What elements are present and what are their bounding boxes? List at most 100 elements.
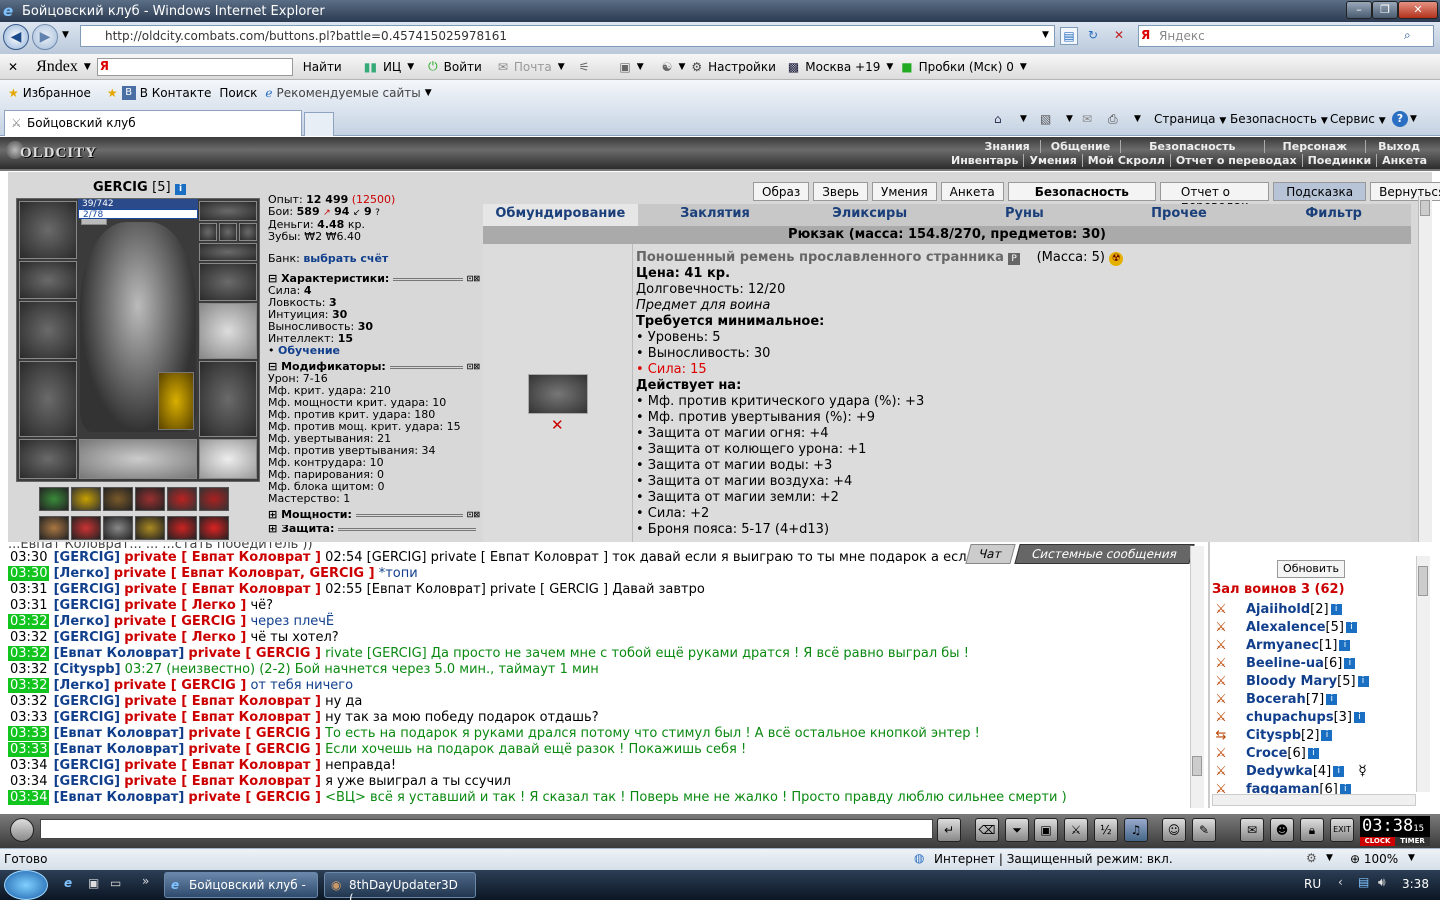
popup-icon[interactable]: ⚙	[1306, 851, 1317, 865]
battle-icon[interactable]: ⇆	[1210, 728, 1232, 743]
recommended-dropdown-icon[interactable]: ▼	[425, 88, 432, 98]
slot-shield-small[interactable]	[199, 263, 257, 301]
refresh-icon[interactable]: ↻	[1084, 27, 1102, 45]
system-clock[interactable]: 3:38	[1402, 877, 1429, 891]
delete-item-icon[interactable]: ✕	[551, 416, 564, 434]
photo-icon[interactable]: ▣	[619, 60, 630, 74]
chat-author[interactable]: [Евпат Коловрат]	[54, 646, 185, 661]
feeds-dropdown-icon[interactable]: ▼	[1066, 114, 1073, 124]
submenu-myscroll[interactable]: Мой Скролл	[1083, 154, 1171, 167]
filter-icon[interactable]: ⏷	[1005, 818, 1029, 842]
submenu-fights[interactable]: Поединки	[1303, 154, 1378, 167]
chat-private-to[interactable]: private [ Евпат Коловрат ]	[124, 694, 321, 709]
favorites-button[interactable]: Избранное	[23, 86, 91, 100]
close-button[interactable]: ✕	[1398, 1, 1438, 19]
tab-filter[interactable]: Фильтр	[1256, 204, 1411, 226]
chat-time[interactable]: 03:32	[8, 678, 50, 693]
submenu-skills[interactable]: Умения	[1024, 154, 1083, 167]
hint-button[interactable]: Подсказка	[1273, 182, 1367, 201]
yandex-find-button[interactable]: Найти	[303, 60, 342, 74]
zone-text[interactable]: Интернет | Защищенный режим: вкл.	[934, 852, 1173, 866]
slot-bracers[interactable]	[199, 243, 257, 261]
belt-slot-10[interactable]	[135, 516, 165, 540]
ic-button[interactable]: ИЦ	[383, 60, 401, 74]
slot-armor[interactable]	[19, 361, 77, 437]
chat-time[interactable]: 03:32	[8, 646, 50, 661]
volume-icon[interactable]: 🔊︎	[1378, 875, 1386, 890]
tab-other[interactable]: Прочее	[1102, 204, 1257, 226]
fighters-icon[interactable]: ⚔	[1064, 818, 1088, 842]
translit-icon[interactable]: ✎	[1192, 818, 1216, 842]
player-info-icon[interactable]: i	[1353, 711, 1365, 723]
slot-earrings[interactable]	[19, 201, 77, 259]
player-row[interactable]: ⚔ Croce [6] i	[1210, 744, 1319, 762]
chat-time[interactable]: 03:32	[8, 630, 49, 645]
save-icon[interactable]: ▣	[1034, 818, 1058, 842]
exit-icon[interactable]: EXIT	[1330, 818, 1354, 842]
timer-label[interactable]: TIMER	[1395, 837, 1430, 846]
tab-chat[interactable]: Чат	[965, 544, 1016, 564]
chat-private-to[interactable]: private [ GERCIG ]	[114, 678, 247, 693]
search-input[interactable]: Яндекс	[1138, 25, 1434, 47]
chat-author[interactable]: [GERCIG]	[54, 774, 121, 789]
chat-time[interactable]: 03:30	[8, 566, 50, 581]
player-info-icon[interactable]: i	[1330, 603, 1342, 615]
menu-knowledge[interactable]: Знания	[975, 140, 1041, 153]
chat-author[interactable]: [GERCIG]	[54, 758, 121, 773]
slot-legs[interactable]	[199, 361, 257, 437]
clock-label[interactable]: CLOCK	[1360, 837, 1395, 846]
clear-icon[interactable]: ⌫	[975, 818, 999, 842]
player-row[interactable]: ⚔ Alexalence [5] i	[1210, 618, 1357, 636]
slot-amulet[interactable]	[199, 201, 257, 221]
mail-tool-icon[interactable]: ✉	[1082, 112, 1092, 126]
chat-time[interactable]: 03:34	[8, 790, 50, 805]
battle-icon[interactable]: ⚔	[1210, 674, 1232, 689]
mail-game-icon[interactable]: ✉	[1240, 818, 1264, 842]
power-header[interactable]: ⊞ Мощности: ⊡⊠	[268, 509, 480, 521]
player-info-icon[interactable]: i	[1339, 783, 1351, 795]
slot-ring-1[interactable]	[199, 223, 217, 241]
ie-quicklaunch-icon[interactable]: e	[64, 876, 72, 890]
recommended-link[interactable]: Рекомендуемые сайты	[277, 86, 421, 100]
battle-icon[interactable]: ⚔	[1210, 746, 1232, 761]
chat-mode-icon[interactable]	[10, 818, 34, 842]
more-quicklaunch-icon[interactable]: »	[142, 874, 149, 888]
image-button[interactable]: Образ	[753, 182, 810, 201]
yandex-input[interactable]: Я	[96, 57, 293, 76]
belt-slot-1[interactable]	[39, 487, 69, 511]
player-name[interactable]: Bloody Mary	[1246, 674, 1337, 689]
info-icon[interactable]: i	[175, 184, 187, 195]
security-button[interactable]: Безопасность	[1007, 182, 1156, 201]
slot-shield[interactable]	[199, 303, 257, 359]
chat-author[interactable]: [Легко]	[54, 614, 110, 629]
chat-time[interactable]: 03:33	[8, 742, 50, 757]
scroll-thumb[interactable]	[1420, 200, 1430, 216]
chat-author[interactable]: [Легко]	[54, 566, 110, 581]
player-name[interactable]: Ajaiihold	[1246, 602, 1310, 617]
money-icon[interactable]: ☯	[662, 60, 673, 74]
player-row[interactable]: ⚔ Ajaiihold [2] i	[1210, 600, 1342, 618]
player-name[interactable]: Dedywka	[1246, 764, 1313, 779]
pet-button[interactable]: Зверь	[813, 182, 869, 201]
refresh-button[interactable]: Обновить	[1277, 560, 1345, 578]
slot-ring-3[interactable]	[239, 223, 257, 241]
photo-dropdown-icon[interactable]: ▼	[637, 62, 644, 72]
traffic-dropdown-icon[interactable]: ▼	[1020, 62, 1027, 72]
tab-equipment[interactable]: Обмундирование	[483, 204, 638, 226]
network-icon[interactable]: ▤	[1358, 875, 1369, 889]
learn-link[interactable]: Обучение	[278, 344, 340, 357]
chat-time[interactable]: 03:34	[8, 758, 49, 773]
half-icon[interactable]: ½	[1094, 818, 1118, 842]
battle-icon[interactable]: ⚔	[1210, 638, 1232, 653]
menu-communication[interactable]: Общение	[1041, 140, 1122, 153]
chat-time[interactable]: 03:31	[8, 598, 49, 613]
submenu-profile[interactable]: Анкета	[1377, 154, 1432, 167]
player-row[interactable]: ⚔ Bloody Mary [5] i	[1210, 672, 1369, 690]
home-dropdown-icon[interactable]: ▼	[1020, 114, 1027, 124]
player-info-icon[interactable]: i	[1357, 675, 1369, 687]
player-info-icon[interactable]: i	[1345, 621, 1357, 633]
battle-icon[interactable]: ⚔	[1210, 764, 1232, 779]
slot-ring-2[interactable]	[219, 223, 237, 241]
menu-security[interactable]: Безопасность	[1121, 140, 1265, 153]
belt-slot-4[interactable]	[135, 487, 165, 511]
